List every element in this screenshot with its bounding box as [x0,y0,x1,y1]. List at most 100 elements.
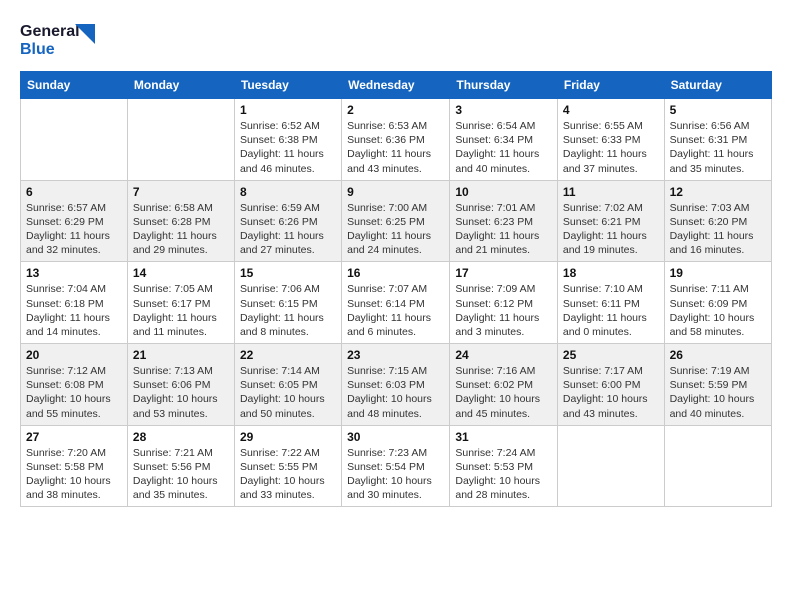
day-of-week-header: Sunday [21,72,128,99]
calendar-cell: 8 Sunrise: 6:59 AM Sunset: 6:26 PM Daylig… [234,180,341,262]
calendar-cell: 18Sunrise: 7:10 AM Sunset: 6:11 PM Dayli… [557,262,664,344]
calendar-cell: 22 Sunrise: 7:14 AM Sunset: 6:05 PM Dayli… [234,344,341,426]
calendar-cell: 21Sunrise: 7:13 AM Sunset: 6:06 PM Dayli… [127,344,234,426]
day-info: Sunrise: 7:10 AM Sunset: 6:11 PM Dayligh… [563,282,659,339]
day-info: Sunrise: 6:52 AM Sunset: 6:38 PM Dayligh… [240,119,336,176]
day-of-week-header: Friday [557,72,664,99]
day-info: Sunrise: 7:07 AM Sunset: 6:14 PM Dayligh… [347,282,444,339]
day-of-week-header: Thursday [450,72,558,99]
calendar-cell: 25Sunrise: 7:17 AM Sunset: 6:00 PM Dayli… [557,344,664,426]
calendar-cell: 6Sunrise: 6:57 AM Sunset: 6:29 PM Daylig… [21,180,128,262]
calendar-cell: 9 Sunrise: 7:00 AM Sunset: 6:25 PM Daylig… [342,180,450,262]
day-info: Sunrise: 7:21 AM Sunset: 5:56 PM Dayligh… [133,446,229,503]
day-number: 11 [563,185,659,199]
calendar-week-row: 27 Sunrise: 7:20 AM Sunset: 5:58 PM Dayli… [21,425,772,507]
day-number: 1 [240,103,336,117]
day-number: 23 [347,348,444,362]
day-info: Sunrise: 7:06 AM Sunset: 6:15 PM Dayligh… [240,282,336,339]
svg-text:General: General [20,23,80,40]
calendar-cell: 13 Sunrise: 7:04 AM Sunset: 6:18 PM Dayli… [21,262,128,344]
day-number: 7 [133,185,229,199]
day-info: Sunrise: 7:17 AM Sunset: 6:00 PM Dayligh… [563,364,659,421]
day-info: Sunrise: 6:56 AM Sunset: 6:31 PM Dayligh… [670,119,766,176]
calendar-table: SundayMondayTuesdayWednesdayThursdayFrid… [20,71,772,507]
day-of-week-header: Saturday [664,72,771,99]
calendar-cell [21,99,128,181]
day-info: Sunrise: 6:54 AM Sunset: 6:34 PM Dayligh… [455,119,552,176]
calendar-cell: 5 Sunrise: 6:56 AM Sunset: 6:31 PM Daylig… [664,99,771,181]
day-info: Sunrise: 7:23 AM Sunset: 5:54 PM Dayligh… [347,446,444,503]
day-number: 9 [347,185,444,199]
calendar-cell: 7 Sunrise: 6:58 AM Sunset: 6:28 PM Daylig… [127,180,234,262]
day-of-week-header: Wednesday [342,72,450,99]
calendar-cell: 23Sunrise: 7:15 AM Sunset: 6:03 PM Dayli… [342,344,450,426]
day-number: 13 [26,266,122,280]
day-number: 5 [670,103,766,117]
day-info: Sunrise: 7:11 AM Sunset: 6:09 PM Dayligh… [670,282,766,339]
calendar-cell: 15 Sunrise: 7:06 AM Sunset: 6:15 PM Dayli… [234,262,341,344]
day-of-week-header: Tuesday [234,72,341,99]
calendar-cell: 19 Sunrise: 7:11 AM Sunset: 6:09 PM Dayli… [664,262,771,344]
day-number: 8 [240,185,336,199]
day-number: 3 [455,103,552,117]
header: General Blue [20,16,772,61]
calendar-cell: 17Sunrise: 7:09 AM Sunset: 6:12 PM Dayli… [450,262,558,344]
calendar-cell: 28 Sunrise: 7:21 AM Sunset: 5:56 PM Dayli… [127,425,234,507]
day-number: 15 [240,266,336,280]
day-info: Sunrise: 7:09 AM Sunset: 6:12 PM Dayligh… [455,282,552,339]
day-info: Sunrise: 7:12 AM Sunset: 6:08 PM Dayligh… [26,364,122,421]
day-number: 27 [26,430,122,444]
calendar-cell [557,425,664,507]
day-info: Sunrise: 6:57 AM Sunset: 6:29 PM Dayligh… [26,201,122,258]
calendar-cell: 31 Sunrise: 7:24 AM Sunset: 5:53 PM Dayli… [450,425,558,507]
day-number: 19 [670,266,766,280]
calendar-cell: 20 Sunrise: 7:12 AM Sunset: 6:08 PM Dayli… [21,344,128,426]
day-info: Sunrise: 7:04 AM Sunset: 6:18 PM Dayligh… [26,282,122,339]
calendar-cell [664,425,771,507]
day-number: 28 [133,430,229,444]
day-info: Sunrise: 6:53 AM Sunset: 6:36 PM Dayligh… [347,119,444,176]
day-number: 2 [347,103,444,117]
day-number: 31 [455,430,552,444]
calendar-cell: 4 Sunrise: 6:55 AM Sunset: 6:33 PM Daylig… [557,99,664,181]
calendar-week-row: 13 Sunrise: 7:04 AM Sunset: 6:18 PM Dayli… [21,262,772,344]
day-info: Sunrise: 6:59 AM Sunset: 6:26 PM Dayligh… [240,201,336,258]
day-number: 4 [563,103,659,117]
day-number: 12 [670,185,766,199]
day-number: 30 [347,430,444,444]
calendar-week-row: 1 Sunrise: 6:52 AM Sunset: 6:38 PM Daylig… [21,99,772,181]
day-info: Sunrise: 7:05 AM Sunset: 6:17 PM Dayligh… [133,282,229,339]
calendar-cell: 3 Sunrise: 6:54 AM Sunset: 6:34 PM Daylig… [450,99,558,181]
page: General Blue SundayMondayTuesdayWednesda… [0,0,792,612]
day-number: 21 [133,348,229,362]
day-number: 22 [240,348,336,362]
calendar-cell: 24 Sunrise: 7:16 AM Sunset: 6:02 PM Dayli… [450,344,558,426]
calendar-cell: 29 Sunrise: 7:22 AM Sunset: 5:55 PM Dayli… [234,425,341,507]
logo: General Blue [20,16,100,61]
day-number: 16 [347,266,444,280]
day-info: Sunrise: 7:01 AM Sunset: 6:23 PM Dayligh… [455,201,552,258]
day-number: 20 [26,348,122,362]
calendar-cell: 16 Sunrise: 7:07 AM Sunset: 6:14 PM Dayli… [342,262,450,344]
calendar-header-row: SundayMondayTuesdayWednesdayThursdayFrid… [21,72,772,99]
day-info: Sunrise: 7:24 AM Sunset: 5:53 PM Dayligh… [455,446,552,503]
svg-text:Blue: Blue [20,41,55,58]
day-info: Sunrise: 7:19 AM Sunset: 5:59 PM Dayligh… [670,364,766,421]
day-number: 24 [455,348,552,362]
day-info: Sunrise: 7:20 AM Sunset: 5:58 PM Dayligh… [26,446,122,503]
day-info: Sunrise: 7:14 AM Sunset: 6:05 PM Dayligh… [240,364,336,421]
day-of-week-header: Monday [127,72,234,99]
calendar-cell: 27 Sunrise: 7:20 AM Sunset: 5:58 PM Dayli… [21,425,128,507]
day-number: 29 [240,430,336,444]
day-info: Sunrise: 7:00 AM Sunset: 6:25 PM Dayligh… [347,201,444,258]
day-info: Sunrise: 7:03 AM Sunset: 6:20 PM Dayligh… [670,201,766,258]
day-info: Sunrise: 7:02 AM Sunset: 6:21 PM Dayligh… [563,201,659,258]
day-info: Sunrise: 6:58 AM Sunset: 6:28 PM Dayligh… [133,201,229,258]
day-info: Sunrise: 6:55 AM Sunset: 6:33 PM Dayligh… [563,119,659,176]
day-info: Sunrise: 7:22 AM Sunset: 5:55 PM Dayligh… [240,446,336,503]
calendar-week-row: 20 Sunrise: 7:12 AM Sunset: 6:08 PM Dayli… [21,344,772,426]
calendar-cell: 14Sunrise: 7:05 AM Sunset: 6:17 PM Dayli… [127,262,234,344]
day-number: 10 [455,185,552,199]
logo-icon: General Blue [20,16,100,61]
day-info: Sunrise: 7:16 AM Sunset: 6:02 PM Dayligh… [455,364,552,421]
